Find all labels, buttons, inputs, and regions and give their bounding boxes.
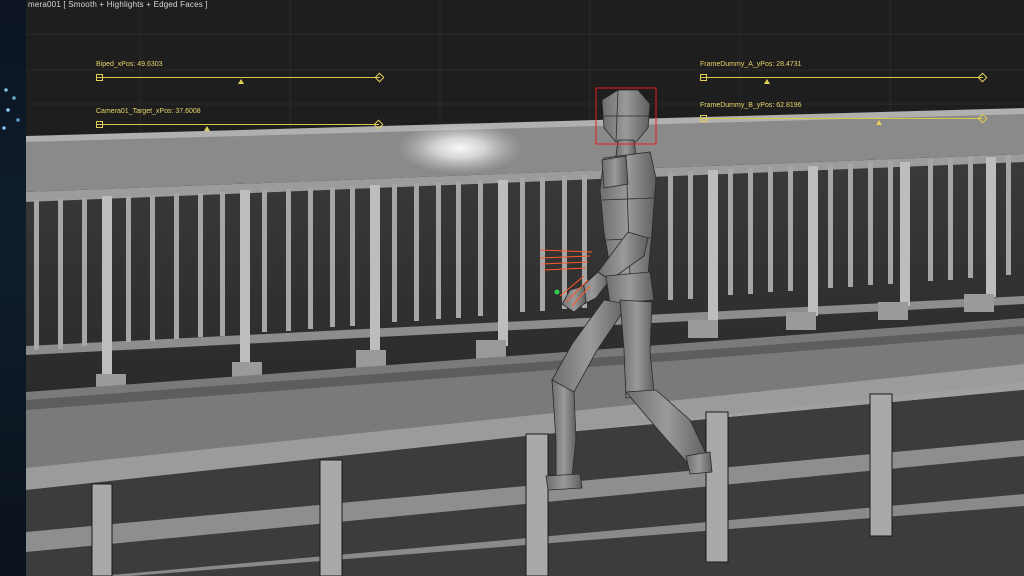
light-highlight: [398, 122, 522, 174]
slider-label: FrameDummy_A_yPos: 28.4731: [700, 61, 802, 68]
side-panel-preview: [0, 80, 26, 140]
slider-thumb[interactable]: [238, 79, 244, 84]
slider-thumb[interactable]: [204, 126, 210, 131]
3d-viewport[interactable]: mera001 [ Smooth + Highlights + Edged Fa…: [26, 0, 1024, 576]
slider-label: Biped_xPos: 49.6303: [96, 61, 163, 68]
slider-camera01-target-xpos[interactable]: Camera01_Target_xPos: 37.6008: [96, 108, 384, 131]
side-panel-strip: [0, 0, 26, 576]
slider-track: [96, 77, 380, 78]
viewport-label[interactable]: mera001 [ Smooth + Highlights + Edged Fa…: [28, 0, 208, 9]
slider-label: Camera01_Target_xPos: 37.6008: [96, 108, 201, 115]
slider-track: [96, 124, 379, 125]
slider-thumb[interactable]: [876, 120, 882, 125]
slider-biped-xpos[interactable]: Biped_xPos: 49.6303: [96, 61, 385, 84]
slider-framedummy-a-ypos[interactable]: FrameDummy_A_yPos: 28.4731: [700, 61, 988, 84]
slider-track: [700, 118, 983, 119]
slider-track: [700, 77, 983, 78]
slider-label: FrameDummy_B_yPos: 62.8196: [700, 102, 802, 109]
slider-framedummy-b-ypos[interactable]: FrameDummy_B_yPos: 62.8196: [700, 102, 988, 125]
viewport-scene[interactable]: [26, 0, 1024, 576]
slider-thumb[interactable]: [764, 79, 770, 84]
pivot-point: [554, 289, 560, 295]
